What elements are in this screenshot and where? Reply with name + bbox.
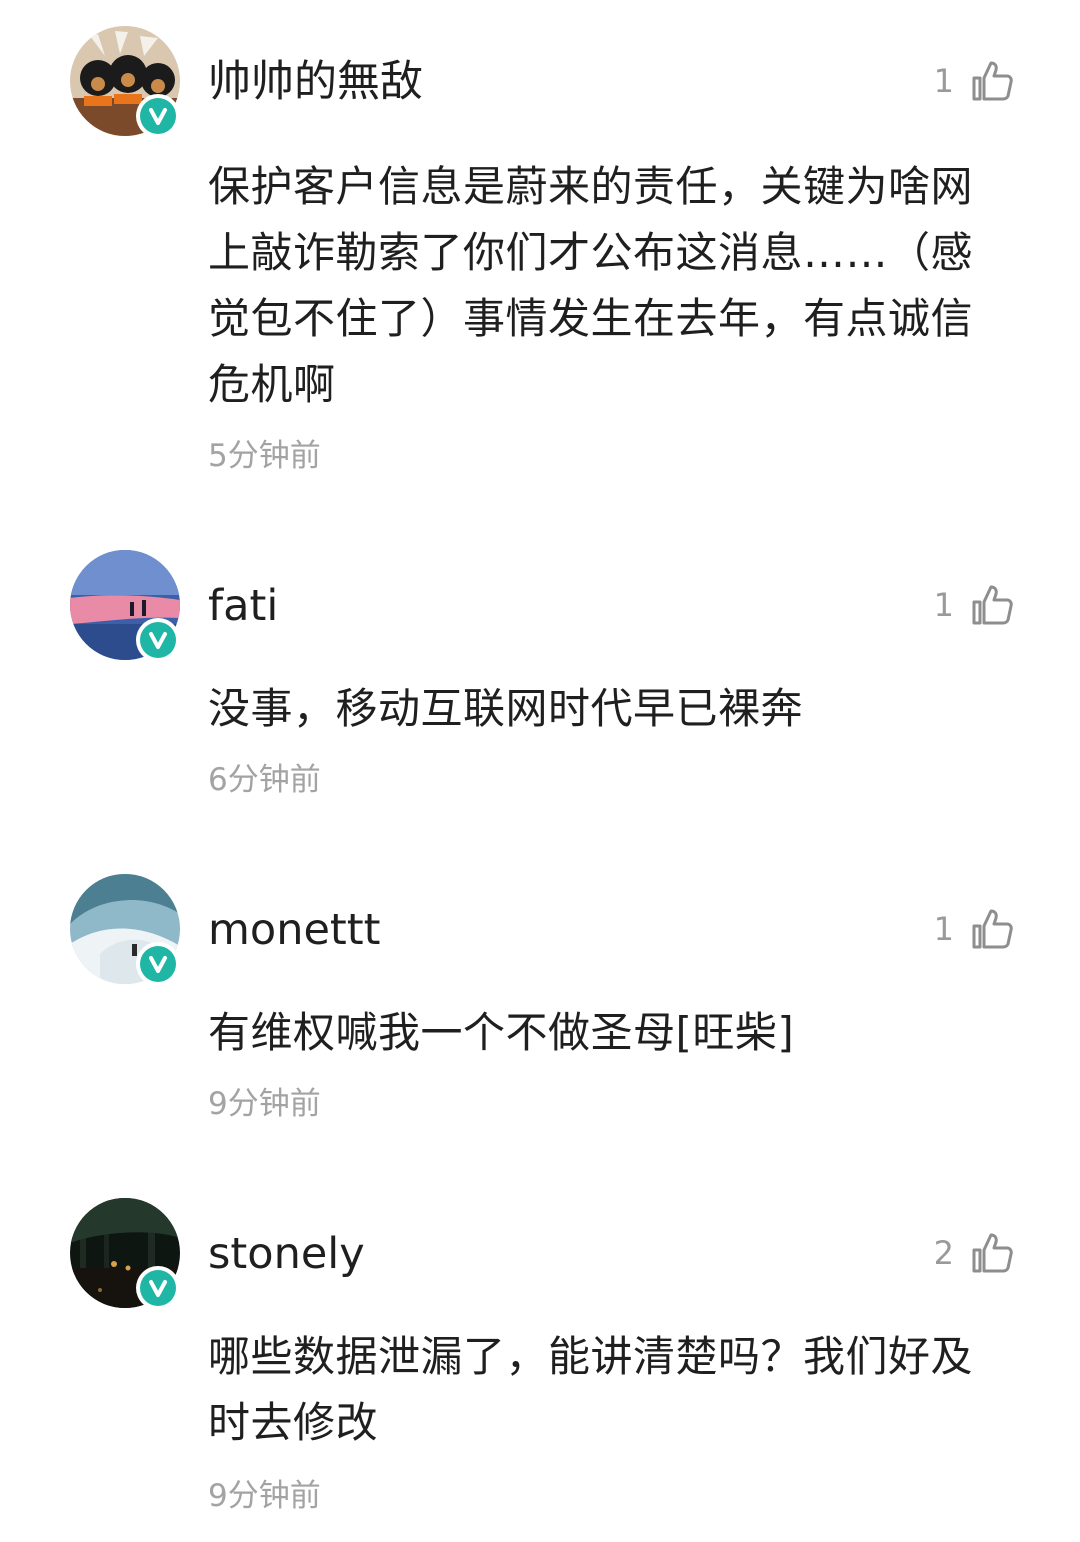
username[interactable]: monettt	[208, 902, 380, 958]
comment-item: monettt 1 有维权喊我一个不做圣母[旺柴] 9分钟前	[0, 874, 1080, 1134]
avatar[interactable]	[70, 26, 180, 138]
avatar[interactable]	[70, 1198, 180, 1310]
thumbs-up-icon[interactable]	[970, 583, 1014, 627]
verified-v-icon	[136, 618, 180, 662]
timestamp: 5分钟前	[208, 438, 321, 474]
avatar[interactable]	[70, 550, 180, 662]
like-count: 2	[933, 1234, 954, 1272]
username[interactable]: stonely	[208, 1226, 365, 1282]
comment-item: 帅帅的無敌 1 保护客户信息是蔚来的责任，关键为啥网上敲诈勒索了你们才公布这消息…	[0, 26, 1080, 496]
verified-v-icon	[136, 1266, 180, 1310]
comment-text: 没事，移动互联网时代早已裸奔	[208, 684, 804, 733]
timestamp: 9分钟前	[208, 1086, 321, 1122]
like-control[interactable]: 2	[934, 1228, 1014, 1278]
like-count: 1	[933, 910, 954, 948]
like-count: 1	[933, 586, 954, 624]
comment-text: 哪些数据泄漏了，能讲清楚吗？我们好及时去修改	[208, 1332, 974, 1447]
thumbs-up-icon[interactable]	[970, 1231, 1014, 1275]
timestamp: 9分钟前	[208, 1478, 321, 1514]
timestamp: 6分钟前	[208, 762, 321, 798]
verified-v-icon	[136, 94, 180, 138]
username[interactable]: 帅帅的無敌	[208, 54, 423, 110]
thumbs-up-icon[interactable]	[970, 907, 1014, 951]
verified-v-icon	[136, 942, 180, 986]
avatar[interactable]	[70, 874, 180, 986]
like-count: 1	[933, 62, 954, 100]
comment-list: 帅帅的無敌 1 保护客户信息是蔚来的责任，关键为啥网上敲诈勒索了你们才公布这消息…	[0, 0, 1080, 1542]
like-control[interactable]: 1	[934, 56, 1014, 106]
thumbs-up-icon[interactable]	[970, 59, 1014, 103]
comment-item: stonely 2 哪些数据泄漏了，能讲清楚吗？我们好及时去修改 9分钟前	[0, 1198, 1080, 1528]
username[interactable]: fati	[208, 578, 278, 634]
comment-text: 保护客户信息是蔚来的责任，关键为啥网上敲诈勒索了你们才公布这消息……（感觉包不住…	[208, 162, 974, 409]
comment-item: fati 1 没事，移动互联网时代早已裸奔 6分钟前	[0, 550, 1080, 810]
like-control[interactable]: 1	[934, 580, 1014, 630]
like-control[interactable]: 1	[934, 904, 1014, 954]
comment-text: 有维权喊我一个不做圣母[旺柴]	[208, 1008, 795, 1057]
